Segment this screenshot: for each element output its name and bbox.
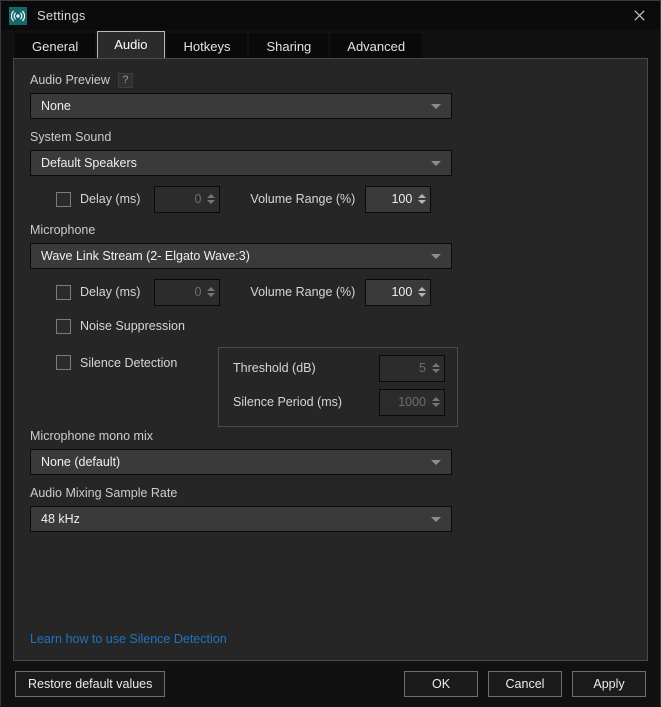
chevron-down-icon: [431, 160, 441, 166]
audio-preview-value: None: [41, 99, 71, 113]
system-sound-delay-checkbox[interactable]: [56, 191, 71, 207]
stepper-arrows-icon[interactable]: [432, 363, 440, 373]
system-sound-value: Default Speakers: [41, 156, 137, 170]
tab-bar: General Audio Hotkeys Sharing Advanced: [1, 30, 660, 58]
silence-detection-checkbox[interactable]: [56, 355, 71, 370]
stepper-arrows-icon[interactable]: [207, 287, 216, 297]
close-icon[interactable]: [618, 1, 660, 30]
chevron-down-icon: [431, 253, 441, 259]
silence-detection-group: Threshold (dB) 5 Silence Period (ms) 100…: [218, 347, 458, 427]
broadcast-icon: [9, 6, 27, 25]
chevron-down-icon: [431, 103, 441, 109]
chevron-down-icon: [431, 516, 441, 522]
footer-bar: Restore default values OK Cancel Apply: [1, 661, 660, 707]
threshold-value: 5: [419, 361, 426, 375]
silence-period-row: Silence Period (ms) 1000: [219, 385, 457, 419]
system-sound-delay-label: Delay (ms): [80, 192, 141, 206]
silence-detection-block: Silence Detection Threshold (dB) 5 Silen…: [30, 347, 631, 429]
microphone-volume-stepper[interactable]: 100: [365, 278, 432, 306]
audio-preview-label-row: Audio Preview ?: [30, 73, 631, 88]
microphone-value: Wave Link Stream (2- Elgato Wave:3): [41, 249, 250, 263]
system-sound-volume-stepper[interactable]: 100: [365, 185, 432, 213]
microphone-volume-label: Volume Range (%): [250, 285, 356, 299]
audio-preview-select[interactable]: None: [30, 93, 452, 119]
tab-hotkeys[interactable]: Hotkeys: [166, 33, 248, 58]
system-sound-delay-value: 0: [194, 192, 202, 206]
silence-period-value: 1000: [398, 395, 426, 409]
threshold-stepper[interactable]: 5: [379, 354, 445, 382]
silence-detection-row: Silence Detection: [56, 355, 177, 370]
microphone-controls-row: Delay (ms) 0 Volume Range (%) 100: [30, 278, 631, 306]
sample-rate-label: Audio Mixing Sample Rate: [30, 486, 178, 500]
silence-period-stepper[interactable]: 1000: [379, 388, 445, 416]
microphone-delay-value: 0: [194, 285, 202, 299]
cancel-button[interactable]: Cancel: [488, 671, 562, 697]
microphone-delay-checkbox[interactable]: [56, 284, 71, 300]
apply-button[interactable]: Apply: [572, 671, 646, 697]
microphone-delay-stepper[interactable]: 0: [154, 278, 221, 306]
title-bar: Settings: [1, 1, 660, 30]
stepper-arrows-icon[interactable]: [418, 287, 427, 297]
chevron-down-icon: [431, 459, 441, 465]
microphone-select[interactable]: Wave Link Stream (2- Elgato Wave:3): [30, 243, 452, 269]
silence-detection-label: Silence Detection: [80, 355, 178, 370]
learn-silence-detection-link[interactable]: Learn how to use Silence Detection: [30, 632, 227, 646]
panel-container: Audio Preview ? None System Sound Defaul…: [1, 58, 660, 661]
mono-mix-select[interactable]: None (default): [30, 449, 452, 475]
tab-audio[interactable]: Audio: [97, 31, 165, 58]
silence-period-label: Silence Period (ms): [233, 395, 343, 409]
microphone-label: Microphone: [30, 223, 96, 237]
restore-defaults-button[interactable]: Restore default values: [15, 671, 166, 697]
sample-rate-select[interactable]: 48 kHz: [30, 506, 452, 532]
microphone-volume-value: 100: [391, 285, 413, 299]
threshold-row: Threshold (dB) 5: [219, 351, 457, 385]
system-sound-controls-row: Delay (ms) 0 Volume Range (%) 100: [30, 185, 631, 213]
window-title: Settings: [37, 8, 86, 23]
tab-advanced[interactable]: Advanced: [330, 33, 423, 58]
system-sound-select[interactable]: Default Speakers: [30, 150, 452, 176]
noise-suppression-row: Noise Suppression: [30, 313, 631, 339]
mono-mix-label: Microphone mono mix: [30, 429, 153, 443]
system-sound-delay-stepper[interactable]: 0: [154, 185, 221, 213]
ok-button[interactable]: OK: [404, 671, 478, 697]
tab-sharing[interactable]: Sharing: [249, 33, 329, 58]
stepper-arrows-icon[interactable]: [432, 397, 440, 407]
system-sound-volume-value: 100: [391, 192, 413, 206]
system-sound-volume-label: Volume Range (%): [250, 192, 356, 206]
audio-settings-panel: Audio Preview ? None System Sound Defaul…: [13, 58, 648, 661]
threshold-label: Threshold (dB): [233, 361, 316, 375]
noise-suppression-label: Noise Suppression: [80, 319, 185, 333]
mono-mix-value: None (default): [41, 455, 121, 469]
question-mark-icon[interactable]: ?: [117, 73, 133, 88]
microphone-delay-label: Delay (ms): [80, 285, 141, 299]
stepper-arrows-icon[interactable]: [207, 194, 216, 204]
stepper-arrows-icon[interactable]: [418, 194, 427, 204]
system-sound-label: System Sound: [30, 130, 112, 144]
sample-rate-value: 48 kHz: [41, 512, 80, 526]
settings-window: Settings General Audio Hotkeys Sharing A…: [0, 0, 661, 707]
audio-preview-label: Audio Preview: [30, 73, 110, 87]
noise-suppression-checkbox[interactable]: [56, 318, 71, 334]
tab-general[interactable]: General: [15, 33, 96, 58]
